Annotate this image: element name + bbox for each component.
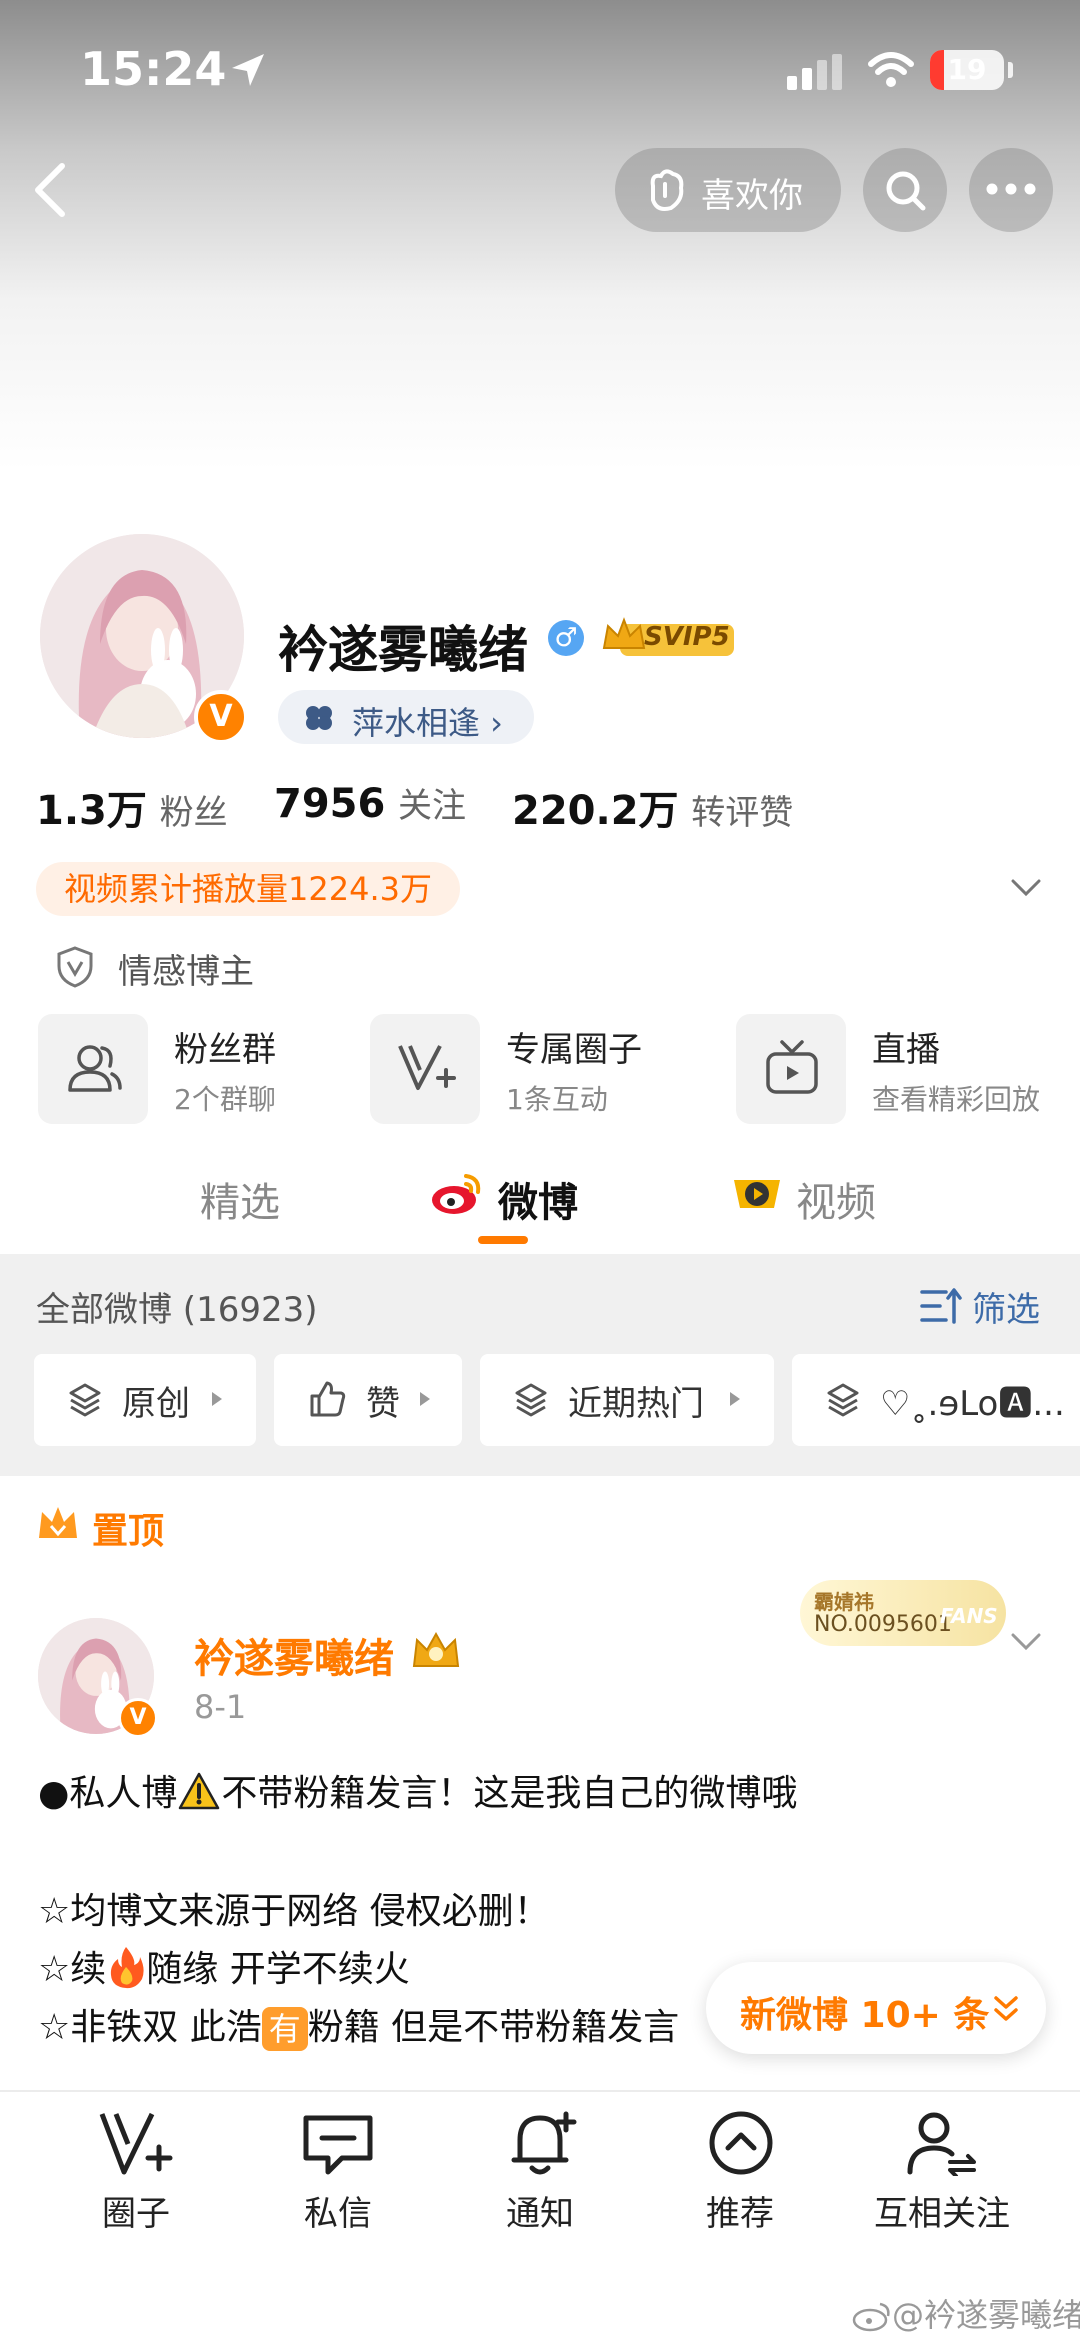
vip-crown-icon (412, 1631, 460, 1667)
post-menu-chevron-icon[interactable] (1010, 1632, 1042, 1652)
relationship-tag[interactable]: 萍水相逢 › (278, 690, 534, 744)
filter-icon (920, 1288, 962, 1324)
chip-original[interactable]: 原创 (34, 1354, 256, 1446)
hand-heart-icon (650, 169, 684, 211)
interactions-stat[interactable]: 220.2万 转评赞 (512, 778, 793, 836)
layers-icon (515, 1383, 547, 1417)
post-date: 8-1 (194, 1688, 247, 1726)
thumbs-up-icon (310, 1381, 346, 1417)
bell-icon (511, 2111, 577, 2175)
battery-tip (1008, 62, 1013, 78)
signal-icon (787, 54, 842, 90)
search-button[interactable] (863, 148, 947, 232)
you-emoji-badge: 有 (261, 2007, 308, 2051)
post-text-line: ☆均博文来源于网络 侵权必删！ (38, 1891, 550, 1932)
post-author[interactable]: 衿遂雾曦绪 (194, 1626, 394, 1684)
layers-icon (69, 1383, 101, 1417)
circle-v-icon (99, 2112, 173, 2175)
fire-icon (111, 1947, 144, 1989)
followers-stat[interactable]: 1.3万 粉丝 (36, 778, 228, 836)
mutual-follow-icon (907, 2112, 976, 2176)
video-plays-badge[interactable]: 视频累计播放量1224.3万 (36, 862, 460, 916)
tab-weibo[interactable]: 微博 (498, 1170, 578, 1228)
more-icon (986, 183, 1036, 195)
status-time: 15:24 (80, 42, 227, 96)
following-stat[interactable]: 7956 关注 (274, 778, 466, 827)
chip-recent-hot[interactable]: 近期热门 (480, 1354, 774, 1446)
new-posts-button[interactable]: 新微博 10+ 条 (706, 1962, 1046, 2054)
chevron-down-icon[interactable] (1010, 878, 1042, 898)
crown-icon (39, 1507, 77, 1538)
more-button[interactable] (969, 148, 1053, 232)
clover-icon (306, 706, 332, 730)
layers-icon (827, 1383, 859, 1417)
location-arrow-icon (232, 54, 264, 86)
tv-icon (766, 1040, 818, 1094)
active-tab-indicator (478, 1236, 528, 1244)
watermark: @衿遂雾曦绪 (852, 2290, 1080, 2336)
like-button[interactable]: 喜欢你 (615, 148, 841, 232)
back-arrow-icon[interactable] (30, 160, 70, 220)
video-tab-icon (734, 1180, 780, 1208)
search-icon (886, 171, 926, 211)
fan-card-badge[interactable]: 霸婧祎 NO.0095601 FANS (800, 1580, 1006, 1646)
chat-icon (303, 2115, 373, 2175)
gender-icon: ♂ (548, 620, 584, 656)
circle-v-icon (398, 1045, 456, 1090)
all-posts-count: 全部微博 (16923) (36, 1290, 318, 1330)
battery-indicator: 19 (930, 50, 1004, 90)
chip-custom-group[interactable]: ♡˳.ɘLo🅰... (792, 1354, 1080, 1446)
shield-v-icon (57, 946, 93, 988)
chip-liked[interactable]: 赞 (274, 1354, 462, 1446)
double-chevron-down-icon (994, 1996, 1018, 2021)
profile-name: 衿遂雾曦绪 (278, 621, 528, 679)
post-verified-badge: V (118, 1698, 158, 1738)
weibo-logo-icon (432, 1174, 481, 1214)
svip-badge[interactable]: SVIP5 (600, 616, 736, 660)
post-text-line: ☆非铁双 此浩有粉籍 但是不带粉籍发言 (38, 1998, 679, 2051)
like-button-label: 喜欢你 (701, 176, 803, 216)
weibo-watermark-icon (852, 2302, 890, 2332)
verified-badge: V (194, 690, 248, 744)
post-text-line: ●私人博 不带粉籍发言！这是我自己的微博哦 (38, 1772, 798, 1814)
wifi-icon (868, 52, 914, 87)
warning-icon (179, 1772, 220, 1810)
tab-videos[interactable]: 视频 (796, 1170, 876, 1228)
chevron-up-circle-icon (709, 2111, 773, 2175)
post-text-line: ☆续 随缘 开学不续火 (38, 1940, 410, 1992)
tab-featured[interactable]: 精选 (200, 1170, 280, 1228)
group-icon (68, 1045, 122, 1092)
